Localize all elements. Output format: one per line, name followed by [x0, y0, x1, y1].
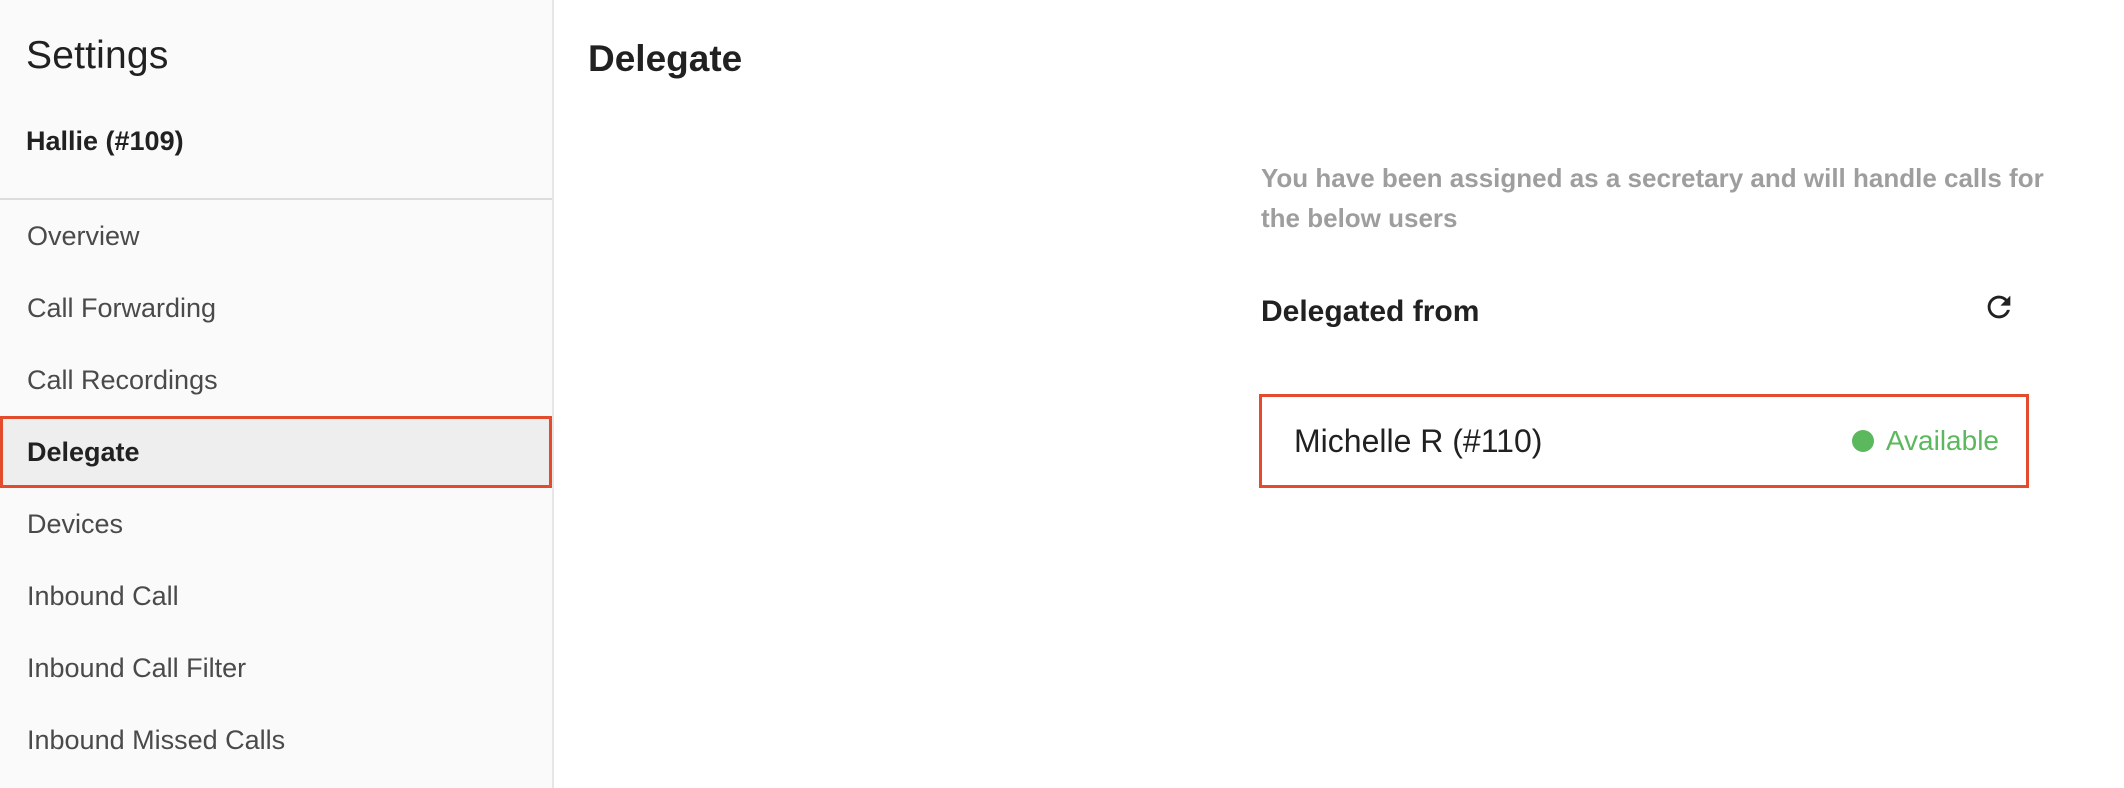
refresh-button[interactable]: [1979, 287, 2019, 327]
refresh-icon: [1987, 295, 2011, 319]
sidebar-item-inbound-call-filter[interactable]: Inbound Call Filter: [0, 632, 552, 704]
delegated-user-name: Michelle R (#110): [1294, 422, 1543, 459]
sidebar-item-overview[interactable]: Overview: [0, 200, 552, 272]
sidebar-item-call-recordings[interactable]: Call Recordings: [0, 344, 552, 416]
delegated-from-heading: Delegated from: [1261, 295, 1480, 328]
sidebar-title: Settings: [26, 34, 169, 77]
sidebar-item-inbound-missed-calls[interactable]: Inbound Missed Calls: [0, 704, 552, 776]
sidebar-item-devices[interactable]: Devices: [0, 488, 552, 560]
settings-sidebar: Settings Hallie (#109) Overview Call For…: [0, 0, 554, 788]
status-dot-icon: [1851, 430, 1874, 452]
delegation-user-card[interactable]: Michelle R (#110) Available: [1259, 394, 2029, 488]
sidebar-item-inbound-call[interactable]: Inbound Call: [0, 560, 552, 632]
delegate-description: You have been assigned as a secretary an…: [1261, 163, 2044, 233]
page-title: Delegate: [588, 38, 743, 79]
current-user-label: Hallie (#109): [26, 126, 184, 156]
sidebar-header: Settings Hallie (#109): [0, 0, 552, 200]
user-status: Available: [1851, 425, 1999, 457]
user-status-label: Available: [1885, 425, 1999, 456]
sidebar-item-delegate[interactable]: Delegate: [0, 416, 552, 488]
sidebar-item-call-forwarding[interactable]: Call Forwarding: [0, 272, 552, 344]
settings-nav: Overview Call Forwarding Call Recordings…: [0, 200, 552, 776]
